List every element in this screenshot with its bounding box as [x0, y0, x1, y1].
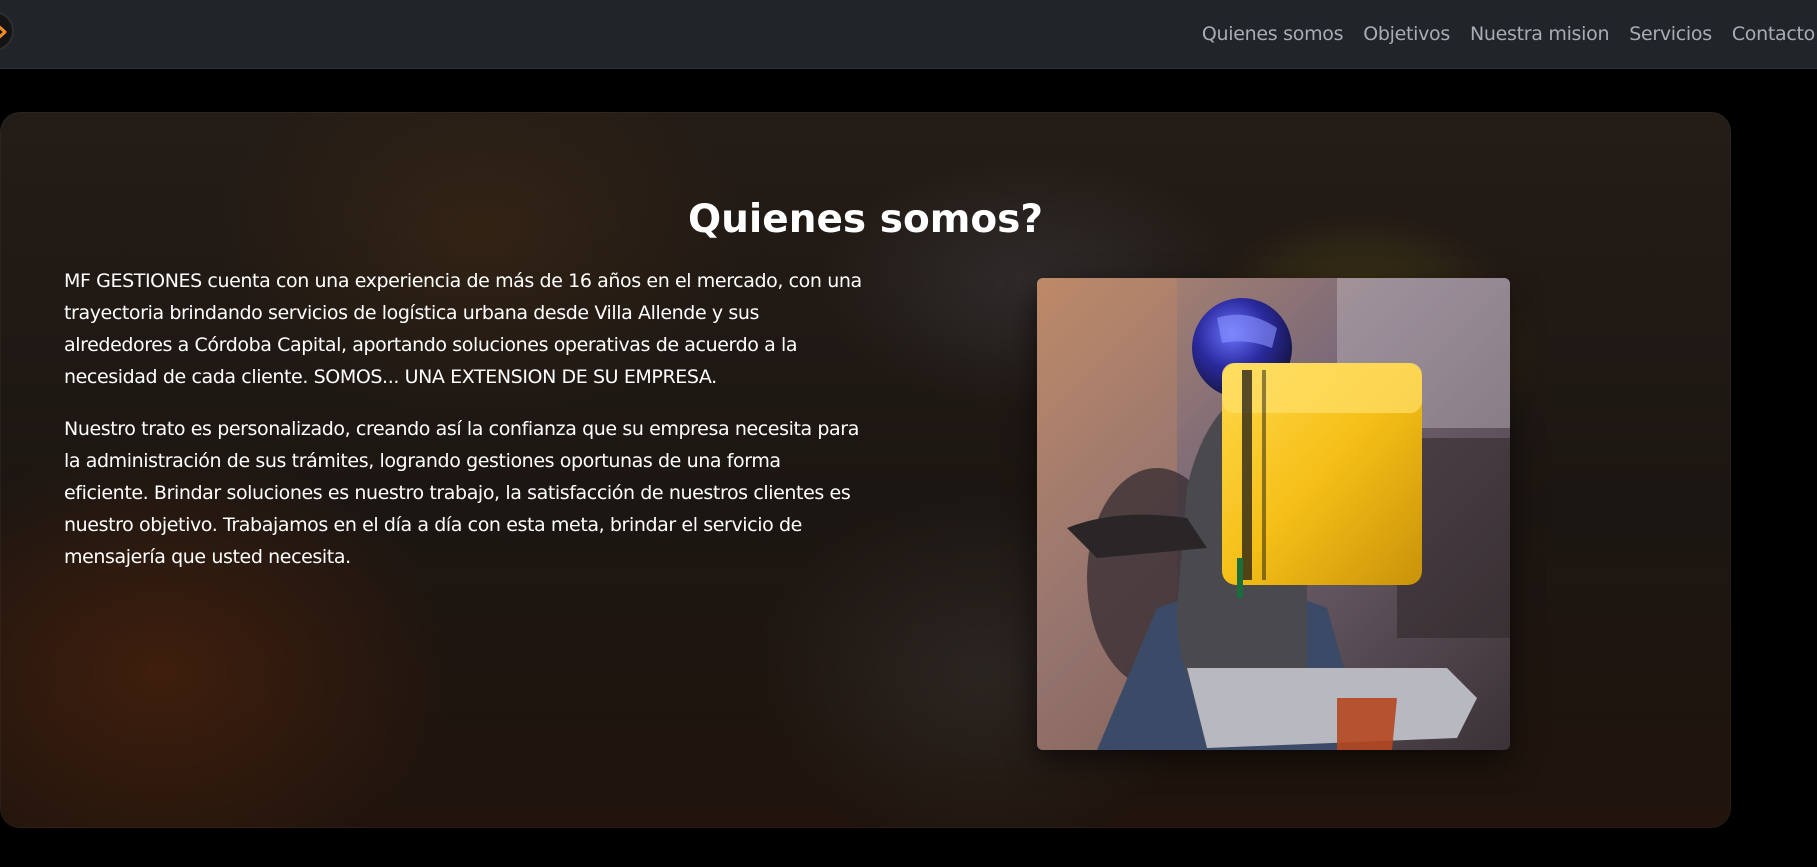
- nav-links: Quienes somos Objetivos Nuestra mision S…: [1202, 20, 1815, 48]
- about-paragraph-2: Nuestro trato es personalizado, creando …: [64, 418, 859, 568]
- brand-logo[interactable]: [0, 11, 14, 51]
- about-section: Quienes somos? MF GESTIONES cuenta con u…: [0, 112, 1731, 828]
- nav-link-nuestra-mision[interactable]: Nuestra mision: [1470, 20, 1610, 48]
- navbar: Quienes somos Objetivos Nuestra mision S…: [0, 0, 1817, 69]
- section-title: Quienes somos?: [687, 197, 1044, 242]
- nav-link-servicios[interactable]: Servicios: [1629, 20, 1712, 48]
- about-paragraph-1: MF GESTIONES cuenta con una experiencia …: [64, 270, 862, 388]
- delivery-rider-image: [1037, 278, 1510, 750]
- nav-link-quienes-somos[interactable]: Quienes somos: [1202, 20, 1344, 48]
- nav-link-contacto[interactable]: Contacto: [1732, 20, 1815, 48]
- arrow-logo-icon: [0, 25, 7, 39]
- about-text: MF GESTIONES cuenta con una experiencia …: [64, 265, 864, 593]
- nav-link-objetivos[interactable]: Objetivos: [1363, 20, 1450, 48]
